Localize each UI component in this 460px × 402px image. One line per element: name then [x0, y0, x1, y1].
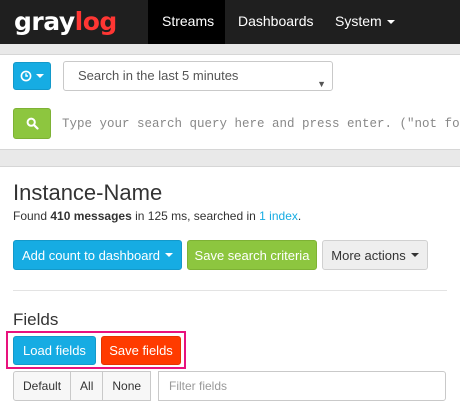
timerange-type-button[interactable]	[13, 62, 51, 90]
preset-all-button[interactable]: All	[70, 371, 104, 401]
nav-system-label: System	[335, 13, 382, 29]
load-fields-label: Load fields	[23, 343, 86, 358]
timerange-select[interactable]: Search in the last 5 minutes ▼	[63, 61, 333, 91]
search-panel: Search in the last 5 minutes ▼ Type your…	[0, 54, 460, 150]
caret-down-icon	[36, 74, 44, 78]
top-navbar: gray log Streams Dashboards System	[0, 0, 460, 44]
nav-dashboards[interactable]: Dashboards	[238, 0, 314, 44]
message-count: 410 messages	[50, 209, 132, 223]
preset-none-button[interactable]: None	[102, 371, 152, 401]
save-fields-label: Save fields	[109, 343, 173, 358]
logo-text-log: log	[74, 6, 118, 36]
search-button[interactable]	[13, 108, 51, 139]
query-placeholder: Type your search query here and press en…	[62, 117, 460, 131]
index-link[interactable]: 1 index	[259, 209, 298, 223]
nav-streams[interactable]: Streams	[148, 0, 225, 44]
summary-prefix: Found	[13, 209, 51, 223]
logo-text-gray: gray	[14, 6, 75, 36]
timerange-value: Search in the last 5 minutes	[78, 68, 239, 83]
more-actions-button[interactable]: More actions	[322, 240, 428, 270]
field-preset-group: Default All None	[13, 371, 152, 401]
filter-fields-input[interactable]: Filter fields	[158, 371, 446, 401]
section-divider	[13, 290, 447, 291]
nav-streams-label: Streams	[162, 13, 215, 29]
stream-title: Instance-Name	[13, 180, 163, 205]
preset-default-button[interactable]: Default	[13, 371, 72, 401]
load-fields-button[interactable]: Load fields	[13, 336, 96, 365]
caret-down-icon	[386, 20, 395, 25]
more-actions-label: More actions	[331, 247, 406, 263]
summary-suffix: .	[297, 209, 302, 223]
caret-down-icon	[165, 253, 174, 257]
nav-dashboards-label: Dashboards	[238, 13, 314, 29]
search-query-input[interactable]: Type your search query here and press en…	[50, 106, 460, 142]
filter-fields-placeholder: Filter fields	[169, 379, 228, 393]
graylog-logo[interactable]: gray log	[14, 6, 117, 36]
save-fields-button[interactable]: Save fields	[101, 336, 181, 365]
save-search-criteria-button[interactable]: Save search criteria	[187, 240, 317, 270]
caret-down-icon	[410, 253, 419, 257]
fields-heading: Fields	[13, 310, 59, 329]
add-count-to-dashboard-button[interactable]: Add count to dashboard	[13, 240, 182, 270]
select-arrow-icon: ▼	[317, 79, 326, 89]
save-search-label: Save search criteria	[194, 247, 310, 263]
result-summary: Found 410 messages in 125 ms, searched i…	[13, 209, 301, 223]
summary-middle: in 125 ms, searched in	[131, 209, 260, 223]
add-count-label: Add count to dashboard	[21, 247, 161, 263]
clock-icon	[20, 70, 32, 82]
magnifier-icon	[26, 117, 39, 130]
nav-system-dropdown[interactable]: System	[335, 0, 395, 44]
